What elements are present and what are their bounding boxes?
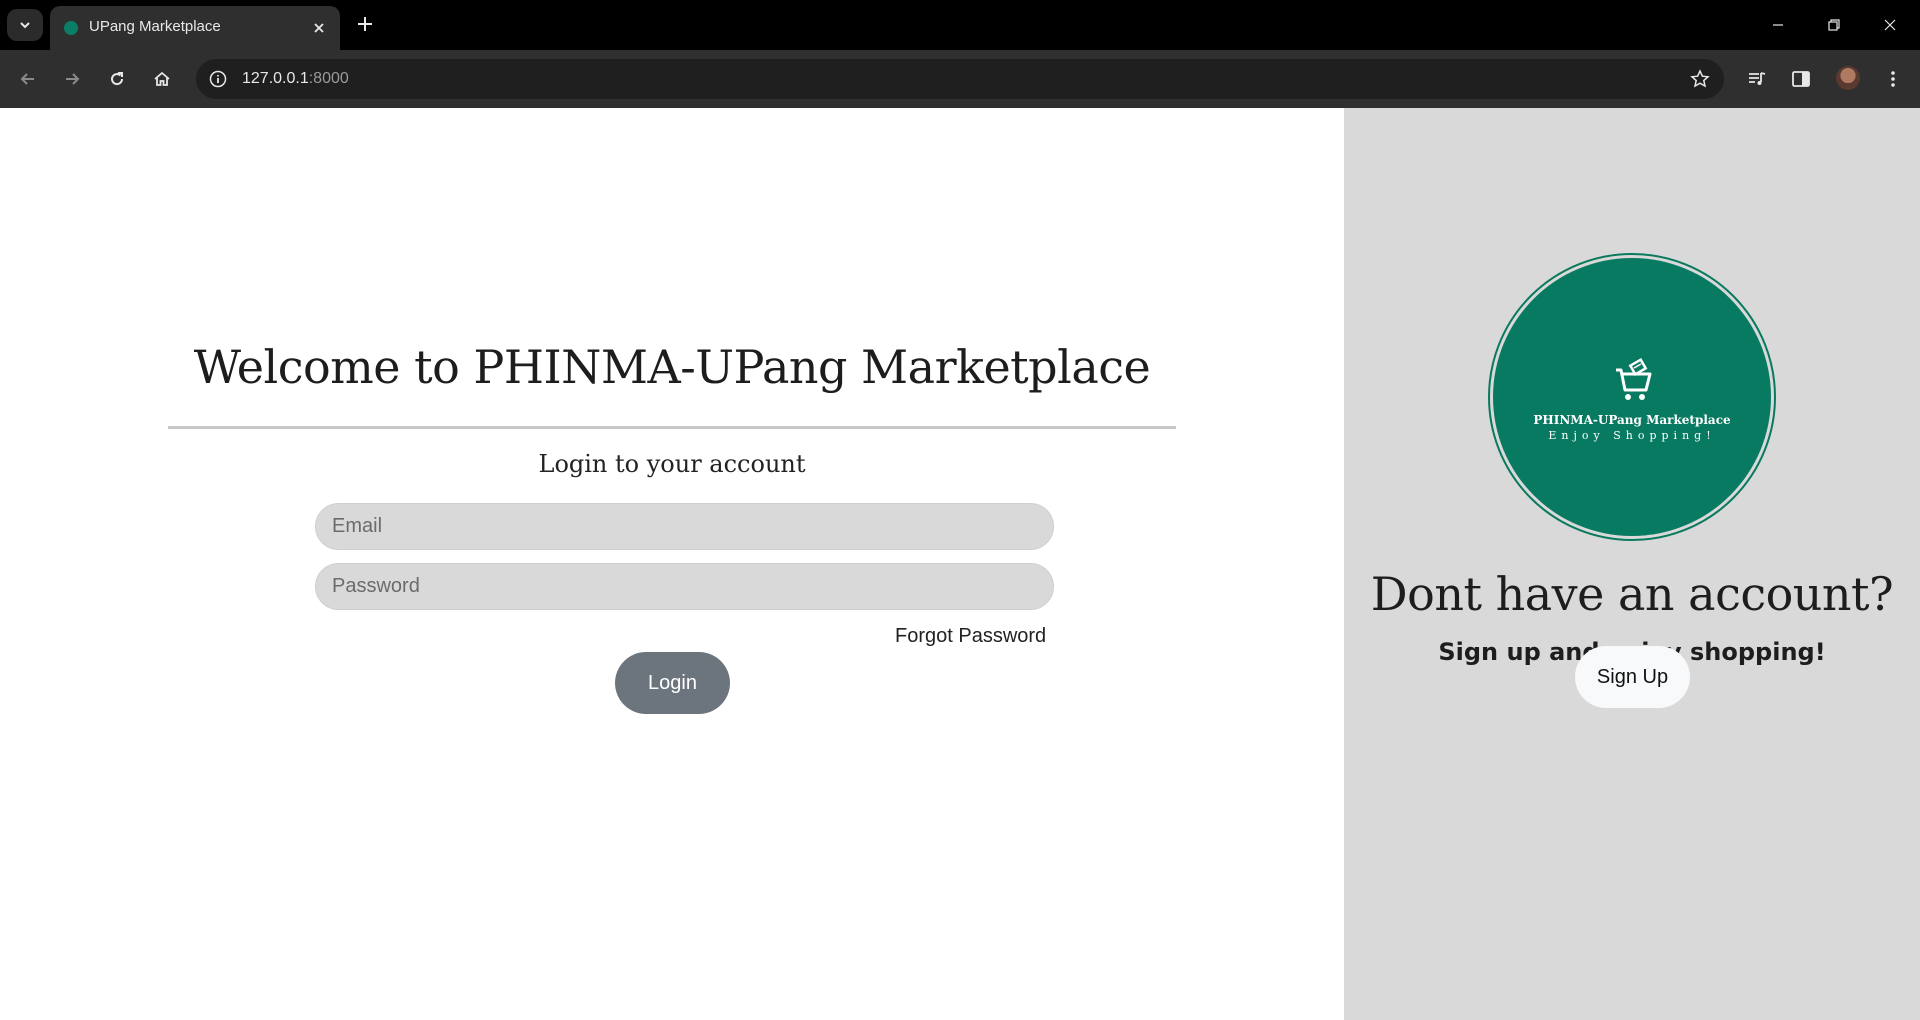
- login-panel: Welcome to PHINMA-UPang Marketplace Logi…: [0, 108, 1344, 1020]
- password-field[interactable]: [315, 563, 1054, 610]
- browser-menu-button[interactable]: [1879, 65, 1907, 93]
- reload-icon: [111, 72, 124, 86]
- forgot-password-link[interactable]: Forgot Password: [895, 625, 1046, 648]
- star-icon: [1690, 69, 1710, 88]
- tab-title: UPang Marketplace: [89, 18, 221, 35]
- bookmark-button[interactable]: [1688, 67, 1712, 91]
- arrow-left-icon: [20, 73, 34, 85]
- no-account-heading: Dont have an account?: [1370, 567, 1894, 621]
- close-window-button[interactable]: [1870, 10, 1910, 40]
- close-icon: [314, 23, 324, 33]
- playlist-icon: [1749, 72, 1766, 85]
- divider: [168, 426, 1176, 429]
- back-button[interactable]: [12, 63, 44, 95]
- address-bar[interactable]: 127.0.0.1:8000: [196, 59, 1724, 99]
- url-host: 127.0.0.1: [242, 70, 309, 87]
- url-port: :8000: [308, 70, 349, 87]
- restore-button[interactable]: [1814, 10, 1854, 40]
- tab-close-button[interactable]: [308, 17, 330, 39]
- home-icon: [154, 71, 170, 86]
- signup-button[interactable]: Sign Up: [1575, 646, 1690, 708]
- logo-tagline: Enjoy Shopping!: [1548, 429, 1716, 442]
- email-field[interactable]: [315, 503, 1054, 550]
- login-button[interactable]: Login: [615, 652, 730, 714]
- logo-name: PHINMA-UPang Marketplace: [1533, 413, 1731, 427]
- marketplace-logo: PHINMA-UPang Marketplace Enjoy Shopping!: [1488, 253, 1776, 541]
- kebab-menu-icon: [1891, 71, 1895, 87]
- browser-tab-bar: UPang Marketplace: [0, 0, 1920, 50]
- logo-circle: PHINMA-UPang Marketplace Enjoy Shopping!: [1493, 258, 1771, 536]
- new-tab-button[interactable]: [353, 12, 377, 36]
- forward-button[interactable]: [56, 63, 88, 95]
- home-button[interactable]: [146, 63, 178, 95]
- restore-icon: [1828, 19, 1840, 31]
- welcome-heading: Welcome to PHINMA-UPang Marketplace: [193, 340, 1151, 394]
- site-info-button[interactable]: [204, 65, 232, 93]
- side-panel-button[interactable]: [1787, 65, 1815, 93]
- tab-search-button[interactable]: [7, 9, 43, 41]
- favicon-icon: [64, 21, 78, 35]
- side-panel-icon: [1792, 71, 1810, 87]
- chevron-down-icon: [20, 22, 30, 29]
- login-subtitle: Login to your account: [538, 450, 806, 478]
- info-icon: [209, 70, 227, 88]
- arrow-right-icon: [66, 73, 80, 85]
- browser-tab[interactable]: UPang Marketplace: [50, 6, 340, 50]
- profile-avatar[interactable]: [1836, 66, 1860, 90]
- media-control-button[interactable]: [1743, 65, 1771, 93]
- browser-toolbar: 127.0.0.1:8000: [0, 50, 1920, 108]
- plus-icon: [358, 17, 372, 31]
- close-icon: [1884, 19, 1896, 31]
- shopping-cart-icon: [1616, 357, 1652, 400]
- signup-panel: PHINMA-UPang Marketplace Enjoy Shopping!…: [1344, 108, 1920, 1020]
- minimize-button[interactable]: [1758, 10, 1798, 40]
- reload-button[interactable]: [101, 63, 133, 95]
- minimize-icon: [1773, 24, 1783, 26]
- url-text: 127.0.0.1:8000: [242, 70, 349, 88]
